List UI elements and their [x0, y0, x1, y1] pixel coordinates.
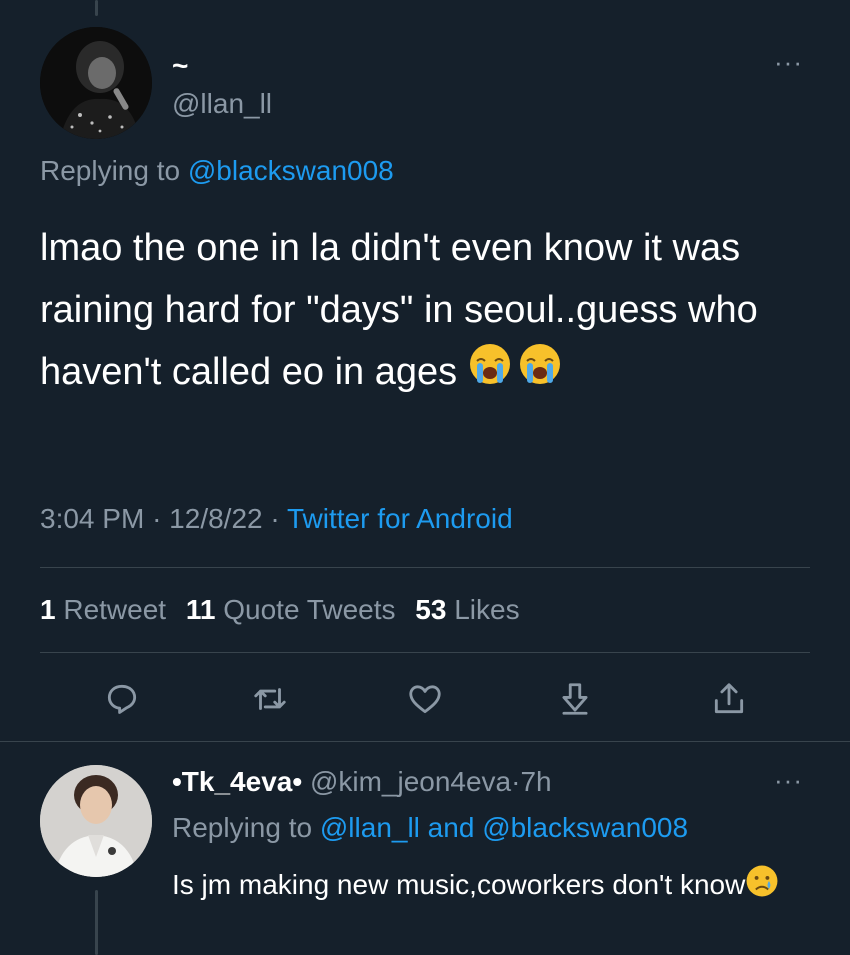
quotes-stat[interactable]: 11 Quote Tweets	[186, 594, 396, 625]
retweet-button[interactable]	[248, 677, 292, 721]
likes-count: 53	[415, 594, 447, 625]
more-options-icon[interactable]: ···	[774, 49, 803, 75]
reply-replying-to-link-1[interactable]: @llan_ll	[320, 812, 420, 843]
retweets-count: 1	[40, 594, 56, 625]
reply-time[interactable]: 7h	[520, 766, 551, 797]
reply-replying-to: Replying to @llan_ll and @blackswan008	[172, 812, 688, 844]
divider	[40, 567, 810, 568]
likes-stat[interactable]: 53 Likes	[415, 594, 519, 625]
reply-replying-prefix: Replying to	[172, 812, 320, 843]
reply-header: •Tk_4eva• @kim_jeon4eva·7h	[172, 766, 552, 798]
crying-face-icon	[745, 864, 779, 910]
reply-display-name[interactable]: •Tk_4eva•	[172, 766, 302, 797]
reply-more-options-icon[interactable]: ···	[774, 767, 803, 793]
tweet-meta: 3:04 PM · 12/8/22 · Twitter for Android	[40, 503, 513, 535]
like-icon	[409, 685, 441, 714]
reply-text-body: Is jm making new music,coworkers don't k…	[172, 869, 746, 900]
section-divider	[0, 741, 850, 742]
thread-line-top	[95, 0, 98, 16]
retweets-stat[interactable]: 1 Retweet	[40, 594, 166, 625]
meta-separator: ·	[152, 503, 162, 534]
like-button[interactable]	[403, 677, 447, 721]
reply-icon	[107, 684, 137, 714]
divider	[40, 652, 810, 653]
reply-avatar[interactable]	[40, 765, 152, 877]
retweets-label: Retweet	[63, 594, 167, 625]
handle[interactable]: @llan_ll	[172, 88, 272, 120]
bookmark-button[interactable]	[553, 677, 597, 721]
replying-to: Replying to @blackswan008	[40, 155, 394, 187]
tweet-time[interactable]: 3:04 PM	[40, 503, 144, 534]
display-name[interactable]: ~	[172, 50, 188, 82]
loudly-crying-face-icon	[518, 342, 562, 405]
share-icon	[714, 683, 744, 714]
reply-handle[interactable]: @kim_jeon4eva	[310, 766, 511, 797]
replying-prefix: Replying to	[40, 155, 188, 186]
tweet-date[interactable]: 12/8/22	[169, 503, 262, 534]
reply-replying-to-link-2[interactable]: @blackswan008	[482, 812, 688, 843]
tweet-source[interactable]: Twitter for Android	[287, 503, 513, 534]
quotes-count: 11	[185, 594, 216, 625]
bookmark-icon	[562, 683, 588, 715]
replying-to-link[interactable]: @blackswan008	[188, 155, 394, 186]
likes-label: Likes	[454, 594, 520, 625]
meta-separator: ·	[270, 503, 280, 534]
tweet-stats: 1 Retweet 11 Quote Tweets 53 Likes	[40, 594, 520, 626]
quotes-label: Quote Tweets	[223, 594, 396, 625]
reply-avatar-photo	[40, 765, 152, 877]
thread-line-bottom	[95, 890, 98, 955]
share-button[interactable]	[707, 677, 751, 721]
retweet-icon	[254, 688, 286, 710]
avatar-photo	[40, 27, 152, 139]
loudly-crying-face-icon	[468, 342, 512, 405]
reply-button[interactable]	[100, 677, 144, 721]
tweet-text: lmao the one in la didn't even know it w…	[40, 217, 820, 405]
reply-text: Is jm making new music,coworkers don't k…	[172, 863, 812, 910]
reply-replying-and: and	[419, 812, 483, 843]
tweet-text-body: lmao the one in la didn't even know it w…	[40, 227, 758, 393]
avatar[interactable]	[40, 27, 152, 139]
